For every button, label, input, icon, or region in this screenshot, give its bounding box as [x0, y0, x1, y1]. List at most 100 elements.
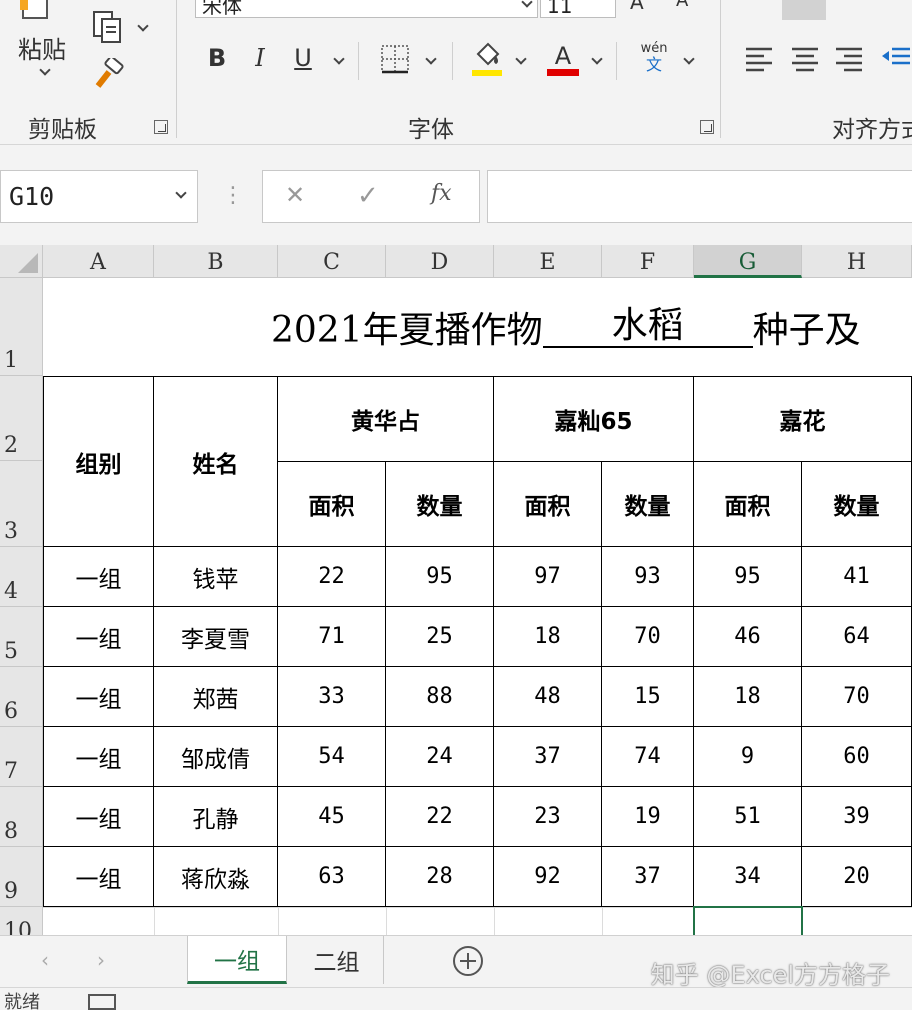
column-header-d[interactable]: D — [386, 245, 494, 278]
area-cell[interactable]: 92 — [493, 846, 602, 907]
row-header-1[interactable]: 1 — [0, 278, 43, 376]
area-cell[interactable]: 18 — [693, 666, 802, 727]
copy-dropdown-icon[interactable] — [138, 22, 148, 32]
name-cell[interactable]: 李夏雪 — [153, 606, 278, 667]
group-cell[interactable]: 一组 — [43, 846, 154, 907]
area-cell[interactable]: 46 — [693, 606, 802, 667]
qty-cell[interactable]: 15 — [601, 666, 694, 727]
qty-cell[interactable]: 25 — [385, 606, 494, 667]
qty-cell[interactable]: 22 — [385, 786, 494, 847]
align-right-icon[interactable] — [834, 46, 864, 72]
sub-header-area[interactable]: 面积 — [493, 461, 602, 547]
sub-header-area[interactable]: 面积 — [277, 461, 386, 547]
paste-icon[interactable] — [20, 0, 50, 20]
fill-color-dropdown-icon[interactable] — [516, 55, 526, 65]
qty-cell[interactable]: 20 — [801, 846, 912, 907]
paste-dropdown-icon[interactable] — [40, 66, 50, 76]
area-cell[interactable]: 51 — [693, 786, 802, 847]
align-left-icon[interactable] — [744, 46, 774, 72]
shrink-font-icon[interactable]: A — [676, 0, 688, 11]
qty-cell[interactable]: 37 — [601, 846, 694, 907]
name-cell[interactable]: 邹成倩 — [153, 726, 278, 787]
scroll-tabs-prev-icon[interactable]: ‹ — [30, 936, 60, 984]
area-cell[interactable]: 95 — [693, 546, 802, 607]
scroll-tabs-next-icon[interactable]: › — [86, 936, 116, 984]
row-header-8[interactable]: 8 — [0, 787, 43, 847]
qty-cell[interactable]: 93 — [601, 546, 694, 607]
area-cell[interactable]: 9 — [693, 726, 802, 787]
borders-dropdown-icon[interactable] — [426, 55, 436, 65]
add-sheet-icon[interactable] — [450, 944, 486, 978]
sheet-tab-group2[interactable]: 二组 — [290, 936, 384, 984]
row-header-3[interactable]: 3 — [0, 461, 43, 547]
select-all-button[interactable] — [0, 245, 43, 278]
borders-icon[interactable] — [380, 44, 410, 74]
area-cell[interactable]: 37 — [493, 726, 602, 787]
column-header-f[interactable]: F — [602, 245, 694, 278]
name-cell[interactable]: 孔静 — [153, 786, 278, 847]
area-cell[interactable]: 71 — [277, 606, 386, 667]
variety-header-3[interactable]: 嘉花 — [693, 376, 912, 462]
italic-button[interactable]: I — [252, 44, 268, 72]
qty-cell[interactable]: 88 — [385, 666, 494, 727]
sheet-tab-group1[interactable]: 一组 — [187, 936, 287, 984]
group-cell[interactable]: 一组 — [43, 546, 154, 607]
clipboard-launcher-icon[interactable] — [154, 120, 168, 134]
formula-input[interactable] — [487, 170, 912, 223]
font-name-dropdown-icon[interactable] — [522, 0, 532, 8]
qty-cell[interactable]: 70 — [601, 606, 694, 667]
area-cell[interactable]: 48 — [493, 666, 602, 727]
cancel-icon[interactable]: ✕ — [285, 181, 305, 209]
variety-header-2[interactable]: 嘉籼65 — [493, 376, 694, 462]
underline-button[interactable]: U — [292, 44, 314, 72]
font-launcher-icon[interactable] — [700, 120, 714, 134]
row-header-6[interactable]: 6 — [0, 667, 43, 727]
area-cell[interactable]: 33 — [277, 666, 386, 727]
variety-header-1[interactable]: 黄华占 — [277, 376, 494, 462]
area-cell[interactable]: 97 — [493, 546, 602, 607]
name-box[interactable]: G10 — [0, 170, 198, 223]
font-name-select[interactable]: 宋体 — [195, 0, 538, 18]
sub-header-qty[interactable]: 数量 — [801, 461, 912, 547]
name-cell[interactable]: 钱苹 — [153, 546, 278, 607]
row-header-4[interactable]: 4 — [0, 547, 43, 607]
name-cell[interactable]: 郑茜 — [153, 666, 278, 727]
phonetic-guide-button[interactable]: wén 文 — [638, 42, 670, 74]
paste-button[interactable]: 粘贴 — [18, 30, 66, 65]
sub-header-qty[interactable]: 数量 — [385, 461, 494, 547]
qty-cell[interactable]: 74 — [601, 726, 694, 787]
qty-cell[interactable]: 41 — [801, 546, 912, 607]
column-header-g[interactable]: G — [694, 245, 802, 278]
bold-button[interactable]: B — [206, 44, 228, 72]
qty-cell[interactable]: 95 — [385, 546, 494, 607]
more-options-icon[interactable]: ⋮ — [222, 183, 244, 208]
area-cell[interactable]: 18 — [493, 606, 602, 667]
qty-cell[interactable]: 19 — [601, 786, 694, 847]
column-header-e[interactable]: E — [494, 245, 602, 278]
area-cell[interactable]: 54 — [277, 726, 386, 787]
qty-cell[interactable]: 24 — [385, 726, 494, 787]
worksheet-grid[interactable]: A B C D E F G H 1 2 3 4 5 6 7 8 9 10 202… — [0, 245, 912, 935]
font-color-dropdown-icon[interactable] — [592, 55, 602, 65]
copy-icon[interactable] — [92, 10, 126, 44]
column-header-a[interactable]: A — [43, 245, 154, 278]
name-header-cell[interactable]: 姓名 — [153, 376, 278, 547]
qty-cell[interactable]: 60 — [801, 726, 912, 787]
grow-font-icon[interactable]: A — [630, 0, 644, 14]
group-cell[interactable]: 一组 — [43, 726, 154, 787]
area-cell[interactable]: 63 — [277, 846, 386, 907]
group-cell[interactable]: 一组 — [43, 606, 154, 667]
column-header-c[interactable]: C — [278, 245, 386, 278]
group-cell[interactable]: 一组 — [43, 666, 154, 727]
insert-function-icon[interactable]: fx — [431, 181, 452, 206]
group-cell[interactable]: 一组 — [43, 786, 154, 847]
area-cell[interactable]: 45 — [277, 786, 386, 847]
enter-icon[interactable]: ✓ — [357, 181, 379, 211]
phonetic-dropdown-icon[interactable] — [684, 55, 694, 65]
fill-color-icon[interactable] — [470, 40, 504, 78]
name-box-dropdown-icon[interactable] — [176, 189, 186, 199]
format-painter-icon[interactable] — [92, 58, 126, 92]
font-color-button[interactable]: A — [546, 40, 580, 78]
group-header-cell[interactable]: 组别 — [43, 376, 154, 547]
row-header-10[interactable]: 10 — [0, 907, 43, 935]
